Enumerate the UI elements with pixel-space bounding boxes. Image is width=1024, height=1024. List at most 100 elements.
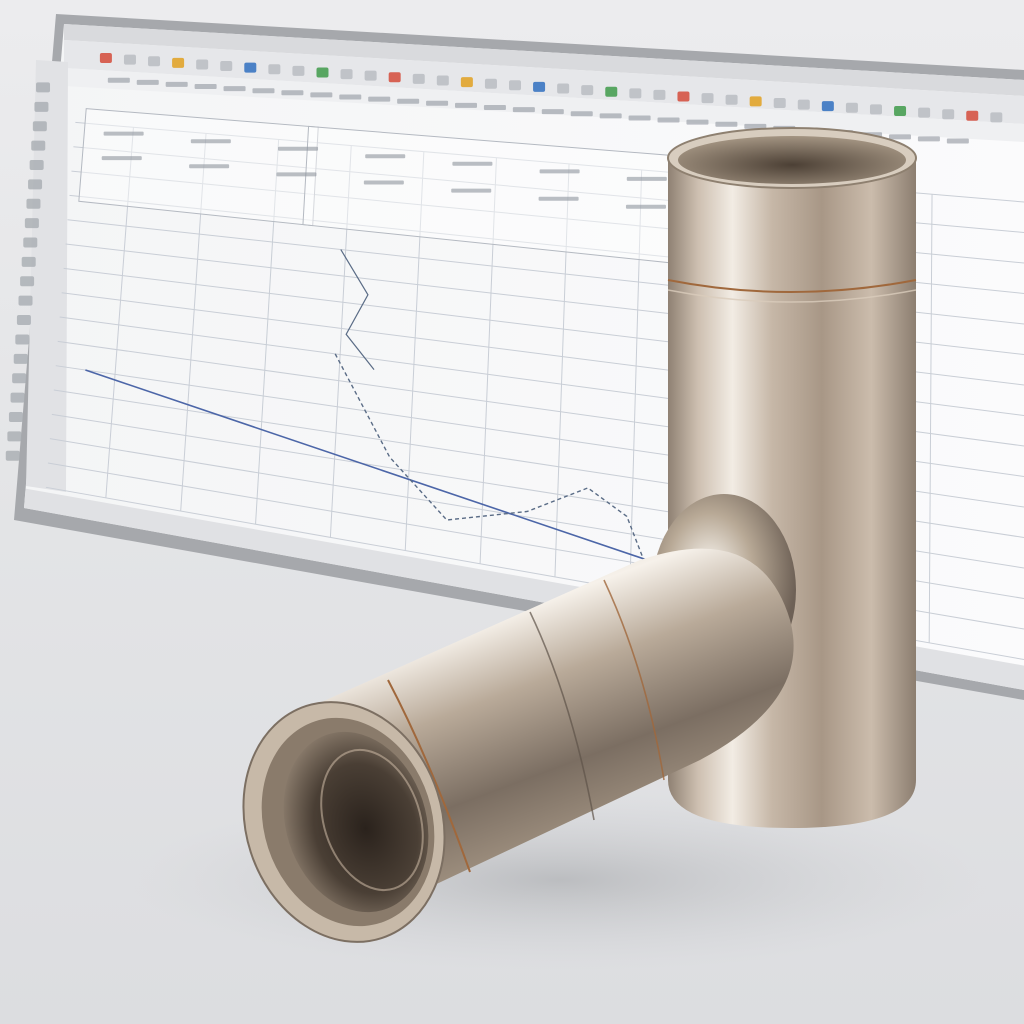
label-text-block (189, 164, 230, 169)
toolbar-icon (99, 53, 112, 64)
label-text-block (278, 146, 319, 151)
toolbar-text-block (310, 92, 333, 98)
label-text-block (103, 131, 144, 136)
toolbar-text-block (570, 111, 593, 117)
toolbar-icon (436, 75, 449, 86)
side-tool-icon (20, 276, 35, 287)
side-tool-icon (24, 218, 39, 229)
toolbar-icon (123, 54, 136, 65)
left-tool-strip[interactable] (26, 60, 68, 492)
label-text-block (363, 180, 404, 185)
toolbar-icon (148, 56, 161, 67)
toolbar-text-block (917, 136, 940, 142)
label-text-block (452, 161, 493, 166)
toolbar-text-block (107, 77, 130, 83)
toolbar-icon (845, 102, 858, 113)
toolbar-text-block (281, 90, 304, 96)
side-tool-icon (29, 159, 44, 170)
label-text-block (626, 176, 667, 181)
toolbar-icon (340, 69, 353, 80)
label-text-block (276, 172, 317, 177)
toolbar-icon (629, 88, 642, 99)
label-text-block (625, 204, 666, 209)
toolbar-text-block (686, 119, 709, 125)
toolbar-text-block (165, 81, 188, 87)
toolbar-icon (484, 78, 497, 89)
toolbar-icon (460, 77, 473, 88)
toolbar-text-block (946, 138, 969, 144)
side-tool-icon (7, 431, 22, 442)
side-tool-icon (16, 315, 31, 326)
toolbar-text-block (455, 102, 478, 108)
toolbar-icon (196, 59, 209, 70)
toolbar-icon (749, 96, 762, 107)
side-tool-icon (10, 392, 25, 403)
toolbar-text-block (657, 117, 680, 123)
toolbar-text-block (426, 100, 449, 106)
toolbar-icon (966, 110, 979, 121)
toolbar-icon (557, 83, 570, 94)
toolbar-text-block (397, 98, 420, 104)
toolbar-icon (172, 57, 185, 68)
cad-pipe-scene (5, 14, 1024, 970)
side-tool-icon (36, 82, 51, 93)
toolbar-icon (509, 80, 522, 91)
toolbar-icon (773, 97, 786, 108)
toolbar-icon (918, 107, 931, 118)
toolbar-text-block (512, 107, 535, 113)
side-tool-icon (32, 121, 47, 132)
toolbar-icon (292, 65, 305, 76)
toolbar-text-block (223, 86, 246, 92)
toolbar-icon (942, 109, 955, 120)
vertical-pipe-opening (678, 136, 906, 184)
toolbar-icon (797, 99, 810, 110)
toolbar-text-block (628, 115, 651, 121)
side-tool-icon (15, 334, 30, 345)
toolbar-icon (316, 67, 329, 78)
toolbar-icon (605, 86, 618, 97)
toolbar-icon (581, 85, 594, 96)
toolbar-icon (364, 70, 377, 81)
toolbar-icon (677, 91, 690, 102)
side-tool-icon (34, 101, 49, 112)
label-text-block (101, 156, 142, 161)
label-text-block (190, 139, 231, 144)
toolbar-text-block (194, 84, 217, 90)
toolbar-icon (725, 94, 738, 105)
toolbar-icon (701, 93, 714, 104)
toolbar-icon (894, 105, 907, 116)
toolbar-text-block (368, 96, 391, 102)
side-tool-icon (31, 140, 46, 151)
label-text-block (365, 154, 406, 159)
toolbar-text-block (483, 104, 506, 110)
label-text-block (451, 188, 492, 193)
toolbar-text-block (252, 88, 275, 94)
toolbar-icon (653, 89, 666, 100)
toolbar-icon (268, 64, 281, 75)
label-text-block (538, 196, 579, 201)
toolbar-text-block (541, 109, 564, 115)
side-tool-icon (8, 411, 23, 422)
toolbar-icon (869, 104, 882, 115)
toolbar-icon (388, 72, 401, 83)
side-tool-icon (18, 295, 33, 306)
side-tool-icon (26, 198, 41, 209)
side-tool-icon (28, 179, 43, 190)
side-tool-icon (5, 450, 20, 461)
toolbar-text-block (888, 134, 911, 140)
side-tool-icon (21, 256, 36, 267)
label-text-block (539, 169, 580, 174)
toolbar-text-block (136, 79, 159, 85)
toolbar-text-block (599, 113, 622, 119)
toolbar-icon (412, 73, 425, 84)
toolbar-icon (821, 101, 834, 112)
toolbar-text-block (715, 121, 738, 127)
side-tool-icon (12, 373, 27, 384)
toolbar-icon (533, 81, 546, 92)
toolbar-icon (220, 61, 233, 72)
side-tool-icon (23, 237, 38, 248)
side-tool-icon (13, 353, 28, 364)
toolbar-text-block (339, 94, 362, 100)
toolbar-icon (244, 62, 257, 73)
toolbar-icon (990, 112, 1003, 123)
